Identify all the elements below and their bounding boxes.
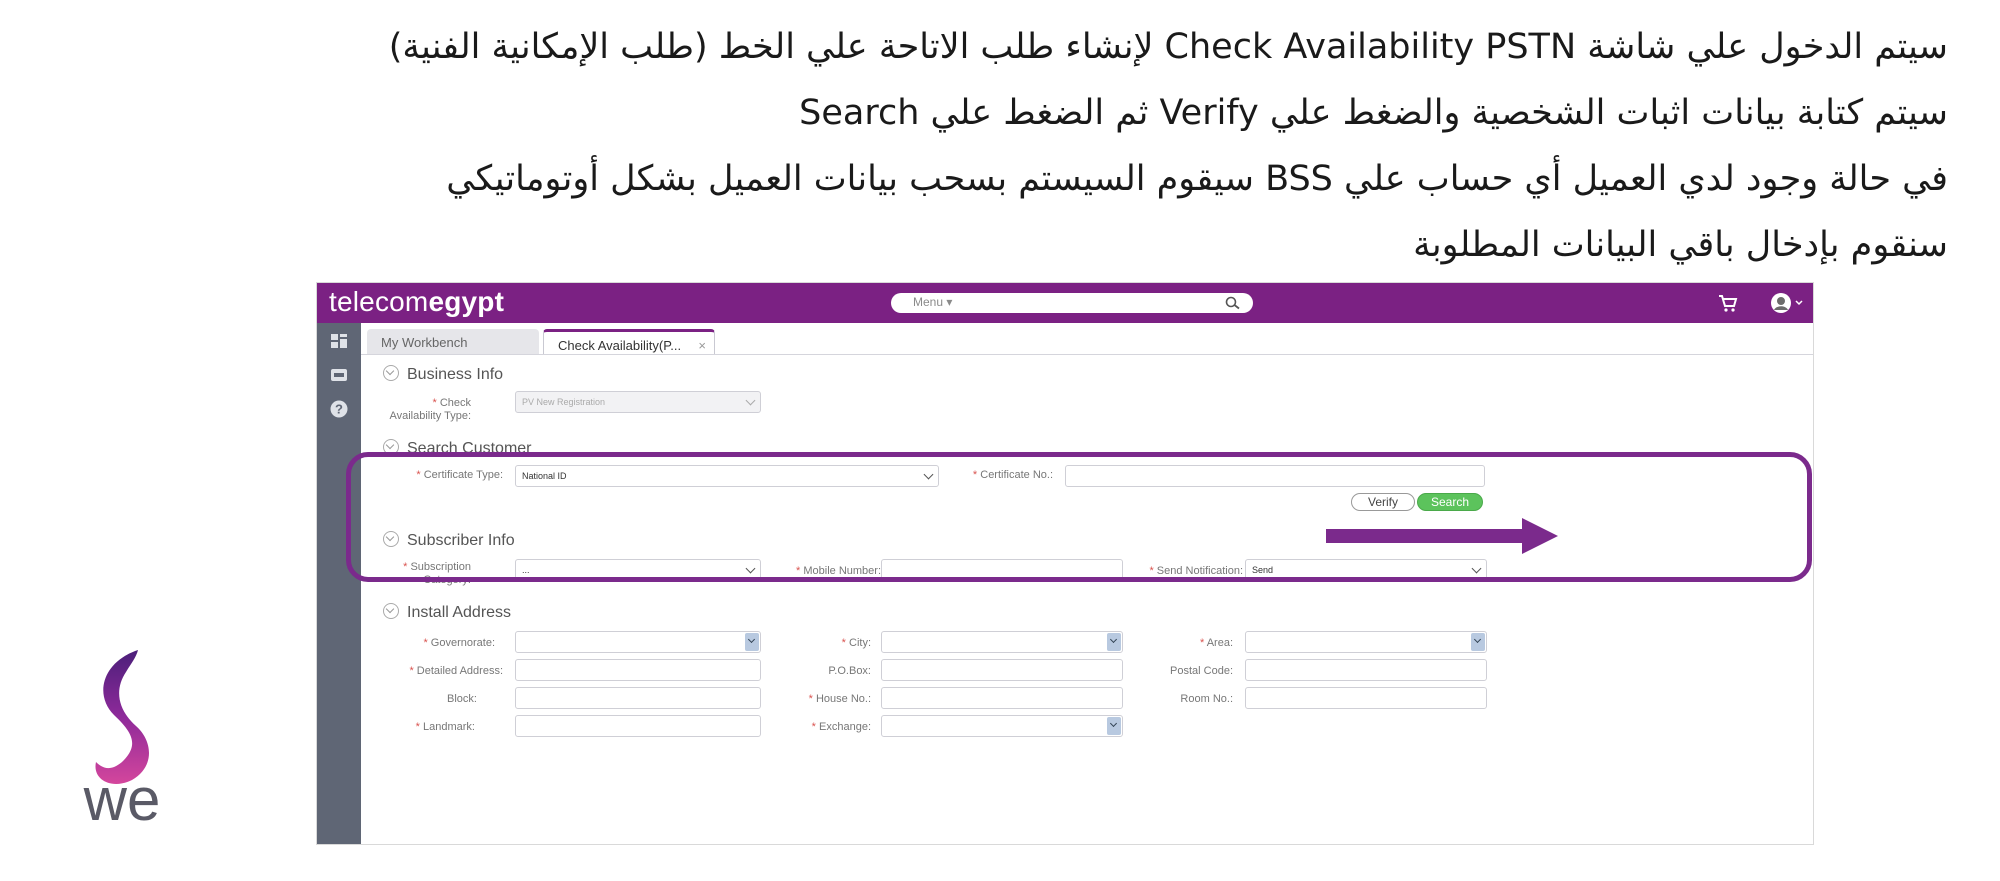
landmark-input[interactable] [515,715,761,737]
close-icon[interactable]: × [698,338,706,353]
landmark-label: * Landmark: [415,721,475,733]
arrow-right-icon [1326,518,1558,554]
house-no-input[interactable] [881,687,1123,709]
postal-code-input[interactable] [1245,659,1487,681]
brand-logo: telecomegypt [329,286,504,318]
svg-text:we: we [83,766,161,830]
tab-my-workbench[interactable]: My Workbench [367,329,539,355]
brand-part-1: telecom [329,286,429,317]
po-box-label: P.O.Box: [828,665,871,677]
dashboard-icon[interactable] [329,331,349,351]
left-nav: ? [317,323,361,844]
governorate-label: * Governorate: [423,637,495,649]
user-avatar-icon[interactable] [1769,292,1805,314]
room-no-input[interactable] [1245,687,1487,709]
dropdown-button-icon[interactable] [1107,633,1121,651]
area-label: * Area: [1199,637,1233,649]
block-label: Block: [447,693,477,705]
dropdown-button-icon[interactable] [745,633,759,651]
highlight-frame [346,452,1812,582]
chevron-down-icon[interactable] [383,365,399,381]
check-type-label: * Check Availability Type: [389,397,471,422]
search-icon[interactable] [1225,296,1241,310]
menu-dropdown[interactable]: Menu ▾ [913,295,952,309]
governorate-select[interactable] [515,631,761,653]
house-no-label: * House No.: [808,693,871,705]
section-install-address[interactable]: Install Address [383,603,511,622]
menu-search-bar[interactable]: Menu ▾ [891,293,1253,313]
postal-code-label: Postal Code: [1170,665,1233,677]
dropdown-button-icon[interactable] [1471,633,1485,651]
detailed-address-input[interactable] [515,659,761,681]
instruction-line-2: سيتم كتابة بيانات اثبات الشخصية والضغط ع… [799,93,1948,133]
detailed-address-label: * Detailed Address: [409,665,503,677]
tab-my-workbench-label: My Workbench [381,335,468,350]
tab-bar: My Workbench Check Availability(P... × [361,323,1813,355]
inbox-icon[interactable] [329,365,349,385]
brand-part-2: egypt [428,286,505,317]
instruction-line-1: سيتم الدخول علي شاشة Check Availability … [388,27,1948,67]
area-select[interactable] [1245,631,1487,653]
form-content: Business Info * Check Availability Type:… [361,355,1813,844]
we-logo: we [83,650,161,830]
top-bar: telecomegypt Menu ▾ [317,283,1813,323]
dropdown-button-icon[interactable] [1107,717,1121,735]
tab-check-availability-label: Check Availability(P... [558,338,682,353]
exchange-select[interactable] [881,715,1123,737]
exchange-label: * Exchange: [811,721,871,733]
city-label: * City: [841,637,871,649]
section-install-address-title: Install Address [407,604,512,621]
chevron-down-icon [745,395,756,406]
section-business-info-title: Business Info [407,366,504,383]
tab-check-availability[interactable]: Check Availability(P... × [543,329,715,355]
section-business-info[interactable]: Business Info [383,365,503,384]
cart-icon[interactable] [1717,293,1739,313]
instructions-block: سيتم الدخول علي شاشة Check Availability … [148,14,1948,278]
block-input[interactable] [515,687,761,709]
po-box-input[interactable] [881,659,1123,681]
check-type-select[interactable]: PV New Registration [515,391,761,413]
room-no-label: Room No.: [1180,693,1233,705]
instruction-line-3: في حالة وجود لدي العميل أي حساب علي BSS … [446,159,1948,199]
svg-text:?: ? [335,402,343,417]
instruction-line-4: سنقوم بإدخال باقي البيانات المطلوبة [1413,225,1948,265]
help-icon[interactable]: ? [329,399,349,419]
city-select[interactable] [881,631,1123,653]
chevron-down-icon[interactable] [383,603,399,619]
